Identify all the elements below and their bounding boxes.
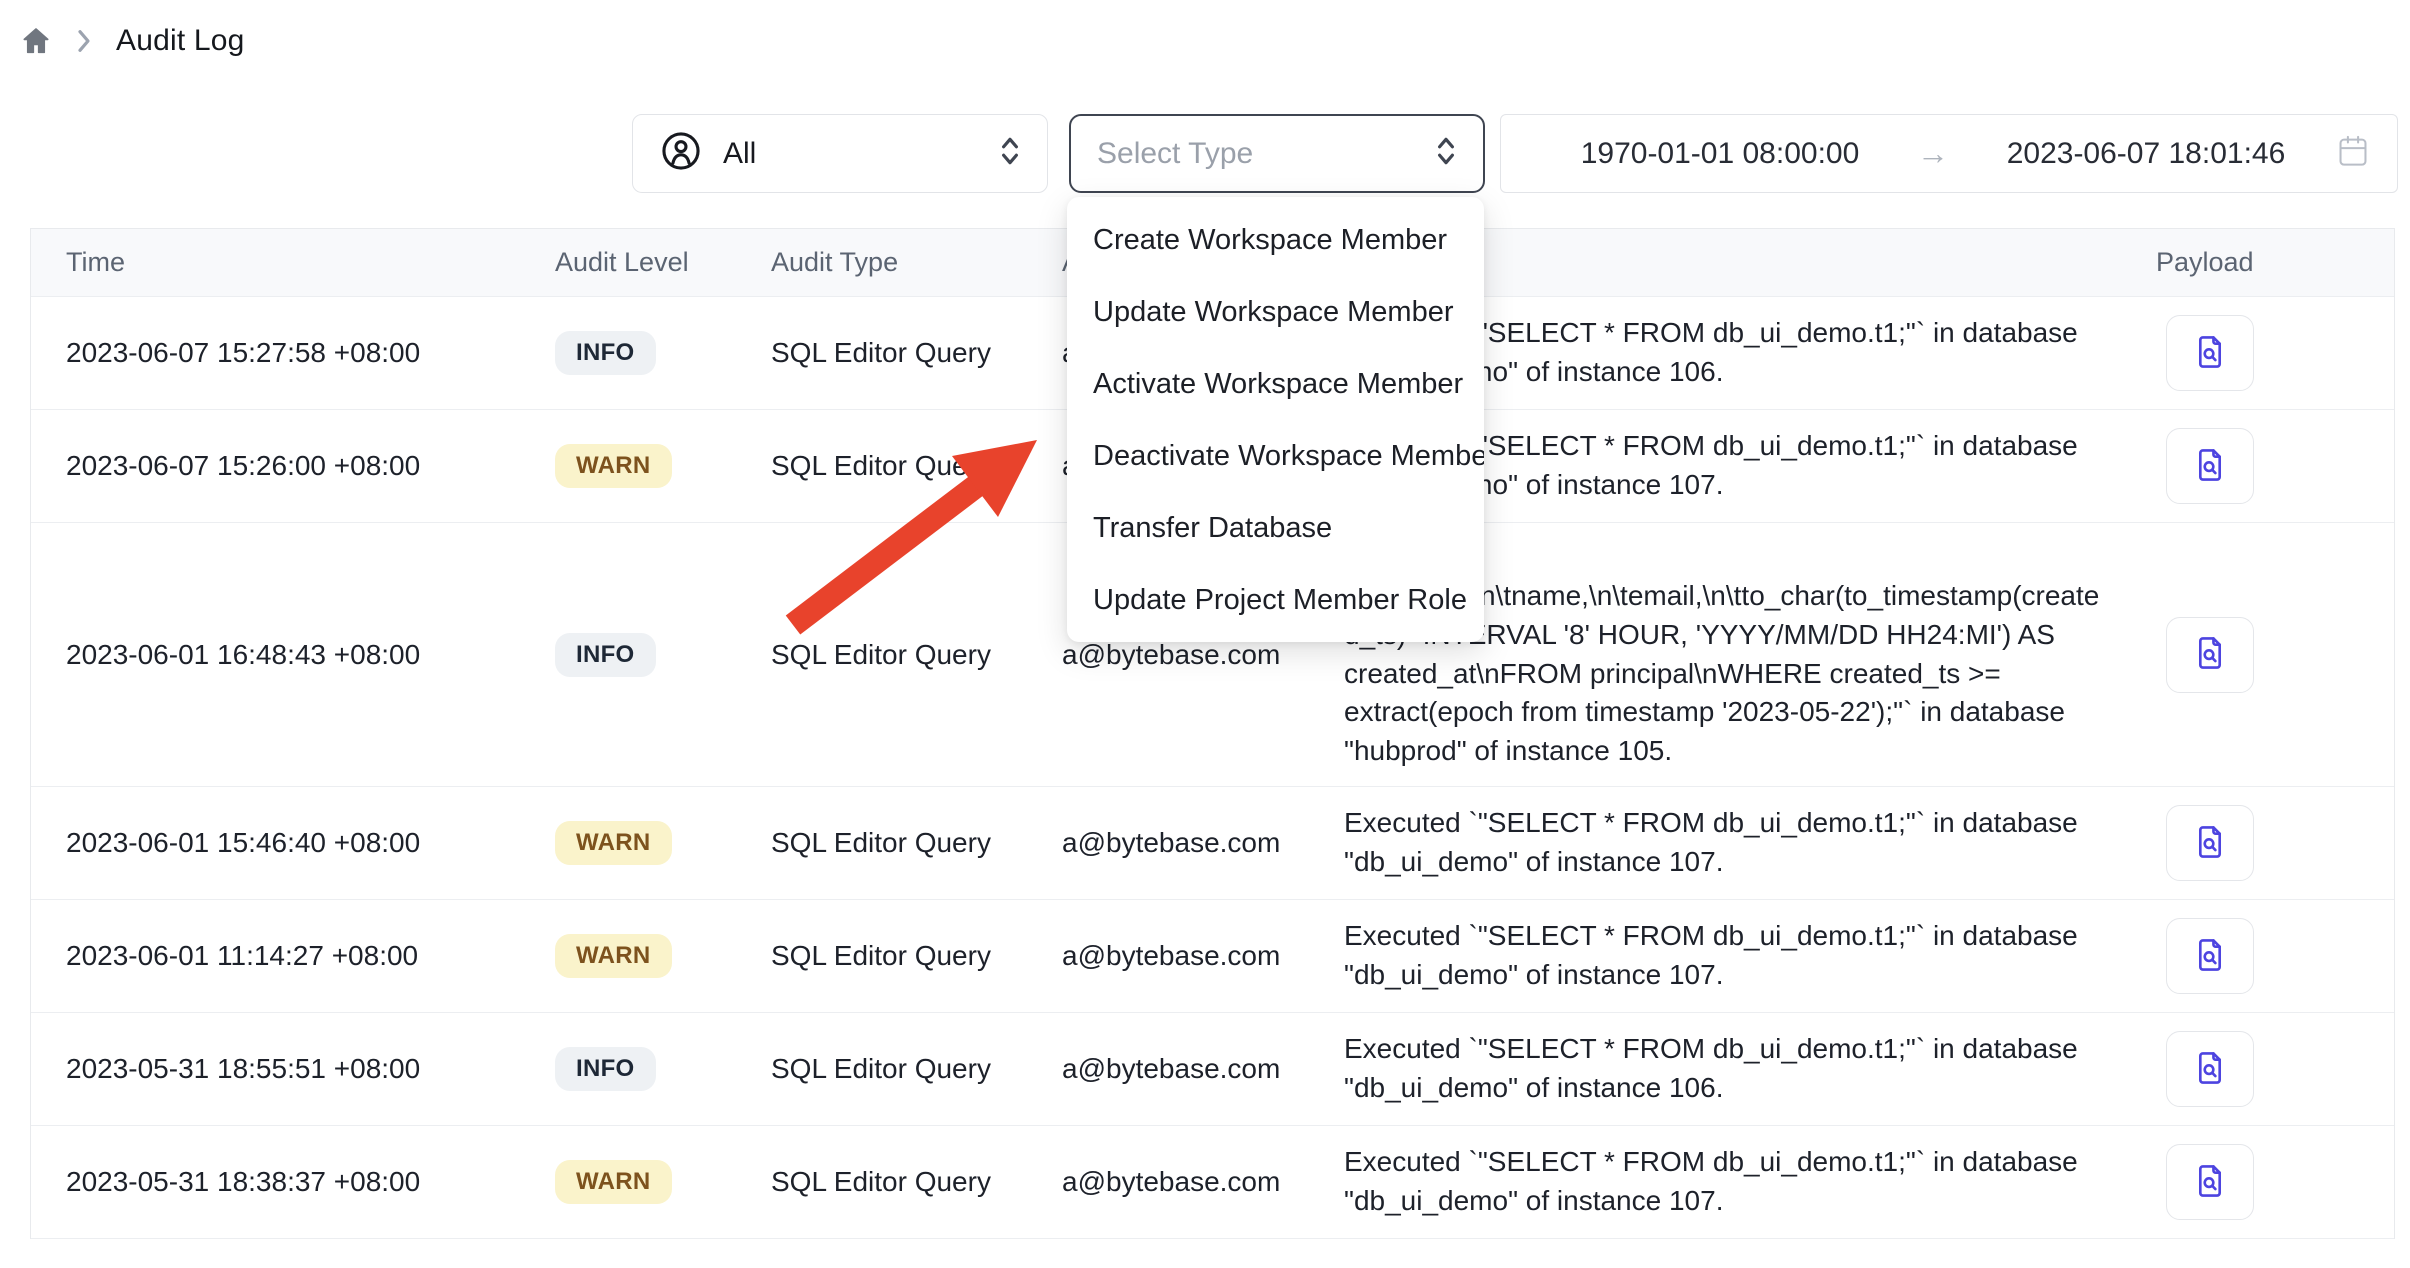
date-range-picker[interactable]: 1970-01-01 08:00:00 → 2023-06-07 18:01:4… bbox=[1500, 114, 2398, 193]
type-select-dropdown-menu: Create Workspace Member Update Workspace… bbox=[1067, 197, 1484, 642]
audit-type-cell: SQL Editor Query bbox=[771, 940, 1062, 972]
file-search-icon bbox=[2193, 1163, 2227, 1202]
file-search-icon bbox=[2193, 334, 2227, 373]
audit-type-cell: SQL Editor Query bbox=[771, 827, 1062, 859]
payload-button[interactable] bbox=[2166, 1031, 2254, 1107]
select-chevrons-icon bbox=[999, 134, 1021, 173]
actor-cell: a@bytebase.com bbox=[1062, 827, 1344, 859]
arrow-right-icon: → bbox=[1911, 135, 1955, 172]
comment-cell: Executed `"SELECT * FROM db_ui_demo.t1;"… bbox=[1344, 1030, 2141, 1107]
table-row: 2023-06-01 11:14:27 +08:00 WARN SQL Edit… bbox=[31, 900, 2394, 1013]
actor-cell: a@bytebase.com bbox=[1062, 940, 1344, 972]
menu-item-activate-workspace-member[interactable]: Activate Workspace Member bbox=[1067, 348, 1484, 420]
payload-button[interactable] bbox=[2166, 617, 2254, 693]
column-header-time: Time bbox=[31, 247, 555, 278]
breadcrumb: Audit Log bbox=[20, 24, 245, 58]
audit-type-cell: SQL Editor Query bbox=[771, 450, 1062, 482]
type-filter-placeholder: Select Type bbox=[1097, 137, 1253, 171]
actor-cell: a@bytebase.com bbox=[1062, 1166, 1344, 1198]
actor-filter-value: All bbox=[723, 137, 756, 171]
date-range-end[interactable]: 2023-06-07 18:01:46 bbox=[1955, 137, 2337, 171]
time-cell: 2023-06-01 15:46:40 +08:00 bbox=[31, 827, 555, 859]
actor-cell: a@bytebase.com bbox=[1062, 639, 1344, 671]
column-header-audit-level: Audit Level bbox=[555, 247, 771, 278]
audit-level-badge: WARN bbox=[555, 821, 672, 865]
audit-level-badge: INFO bbox=[555, 633, 656, 677]
audit-log-page: { "breadcrumb": { "home_icon": "home-ico… bbox=[0, 0, 2410, 1268]
time-cell: 2023-05-31 18:55:51 +08:00 bbox=[31, 1053, 555, 1085]
payload-button[interactable] bbox=[2166, 428, 2254, 504]
audit-type-cell: SQL Editor Query bbox=[771, 1166, 1062, 1198]
audit-level-badge: WARN bbox=[555, 1160, 672, 1204]
menu-item-deactivate-workspace-member[interactable]: Deactivate Workspace Member bbox=[1067, 420, 1484, 492]
audit-type-cell: SQL Editor Query bbox=[771, 1053, 1062, 1085]
actor-cell: a@bytebase.com bbox=[1062, 1053, 1344, 1085]
file-search-icon bbox=[2193, 635, 2227, 674]
audit-level-badge: INFO bbox=[555, 1047, 656, 1091]
payload-button[interactable] bbox=[2166, 805, 2254, 881]
type-filter-select[interactable]: Select Type bbox=[1069, 114, 1485, 193]
comment-cell: Executed `"SELECT * FROM db_ui_demo.t1;"… bbox=[1344, 917, 2141, 994]
column-header-audit-type: Audit Type bbox=[771, 247, 1062, 278]
time-cell: 2023-06-07 15:26:00 +08:00 bbox=[31, 450, 555, 482]
payload-button[interactable] bbox=[2166, 315, 2254, 391]
time-cell: 2023-05-31 18:38:37 +08:00 bbox=[31, 1166, 555, 1198]
file-search-icon bbox=[2193, 824, 2227, 863]
file-search-icon bbox=[2193, 447, 2227, 486]
audit-type-cell: SQL Editor Query bbox=[771, 639, 1062, 671]
select-chevrons-icon bbox=[1435, 134, 1457, 173]
calendar-icon bbox=[2337, 134, 2369, 173]
audit-level-badge: WARN bbox=[555, 934, 672, 978]
menu-item-update-project-member-role[interactable]: Update Project Member Role bbox=[1067, 564, 1484, 636]
actor-filter-select[interactable]: All bbox=[632, 114, 1048, 193]
time-cell: 2023-06-01 16:48:43 +08:00 bbox=[31, 639, 555, 671]
menu-item-create-workspace-member[interactable]: Create Workspace Member bbox=[1067, 204, 1484, 276]
table-row: 2023-05-31 18:55:51 +08:00 INFO SQL Edit… bbox=[31, 1013, 2394, 1126]
audit-level-badge: INFO bbox=[555, 331, 656, 375]
table-row: 2023-05-31 18:38:37 +08:00 WARN SQL Edit… bbox=[31, 1126, 2394, 1239]
menu-item-transfer-database[interactable]: Transfer Database bbox=[1067, 492, 1484, 564]
account-icon bbox=[659, 129, 703, 178]
menu-item-update-workspace-member[interactable]: Update Workspace Member bbox=[1067, 276, 1484, 348]
payload-button[interactable] bbox=[2166, 918, 2254, 994]
date-range-start[interactable]: 1970-01-01 08:00:00 bbox=[1529, 137, 1911, 171]
payload-button[interactable] bbox=[2166, 1144, 2254, 1220]
table-row: 2023-06-01 15:46:40 +08:00 WARN SQL Edit… bbox=[31, 787, 2394, 900]
audit-type-cell: SQL Editor Query bbox=[771, 337, 1062, 369]
audit-level-badge: WARN bbox=[555, 444, 672, 488]
time-cell: 2023-06-01 11:14:27 +08:00 bbox=[31, 940, 555, 972]
comment-cell: Executed `"SELECT * FROM db_ui_demo.t1;"… bbox=[1344, 1143, 2141, 1220]
file-search-icon bbox=[2193, 1050, 2227, 1089]
comment-cell: Executed `"SELECT * FROM db_ui_demo.t1;"… bbox=[1344, 804, 2141, 881]
chevron-right-icon bbox=[75, 29, 93, 53]
page-title: Audit Log bbox=[116, 24, 245, 58]
time-cell: 2023-06-07 15:27:58 +08:00 bbox=[31, 337, 555, 369]
column-header-payload: Payload bbox=[2141, 247, 2394, 278]
file-search-icon bbox=[2193, 937, 2227, 976]
home-icon[interactable] bbox=[20, 25, 52, 57]
